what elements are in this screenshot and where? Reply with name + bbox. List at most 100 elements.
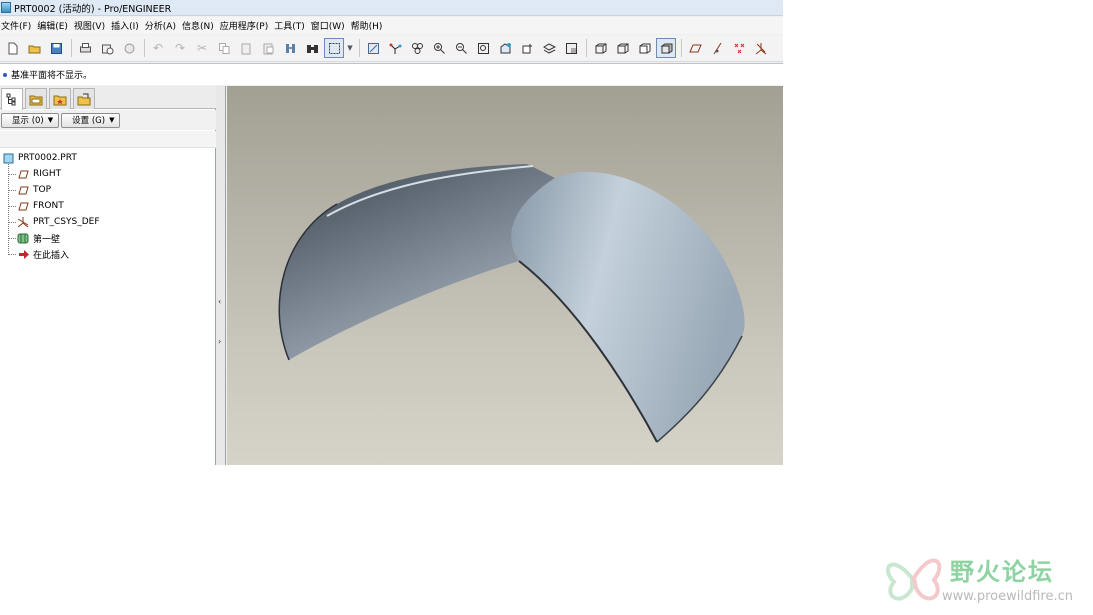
orient-icon[interactable] [407, 38, 427, 58]
hidden-line-icon[interactable] [612, 38, 632, 58]
wireframe-icon[interactable] [590, 38, 610, 58]
navigator-tabs [0, 86, 216, 110]
zoom-in-icon[interactable] [429, 38, 449, 58]
connections-icon [77, 93, 91, 105]
tree-item-label: FRONT [33, 201, 64, 211]
undo-icon[interactable]: ↶ [148, 38, 168, 58]
menu-insert[interactable]: 插入(I) [110, 19, 144, 32]
datum-axes-icon[interactable] [707, 38, 727, 58]
menu-bar: 文件(F) 编辑(E) 视图(V) 插入(I) 分析(A) 信息(N) 应用程序… [0, 17, 783, 34]
datum-plane-icon [17, 185, 29, 196]
menu-edit[interactable]: 编辑(E) [36, 19, 73, 32]
shell-inner-surface [279, 164, 555, 360]
tab-connections[interactable] [73, 88, 95, 109]
select-dropdown-icon[interactable]: ▼ [346, 38, 354, 58]
graphics-viewport[interactable] [227, 86, 783, 465]
tree-item-right[interactable]: RIGHT [0, 166, 214, 182]
main-toolbar: ↶ ↷ ✂ ▼ [0, 35, 783, 62]
send-icon[interactable] [97, 38, 117, 58]
cut-icon[interactable]: ✂ [192, 38, 212, 58]
menu-tools[interactable]: 工具(T) [273, 19, 310, 32]
reorient-icon[interactable] [495, 38, 515, 58]
tree-item-label: TOP [33, 185, 52, 195]
message-area: 基准平面将不显示。 [0, 63, 783, 85]
collapse-left-icon[interactable]: ‹ [218, 297, 224, 306]
shading-icon[interactable] [656, 38, 676, 58]
menu-help[interactable]: 帮助(H) [350, 19, 388, 32]
tree-item-top[interactable]: TOP [0, 182, 214, 198]
tree-header-row [0, 131, 216, 148]
save-icon[interactable] [46, 38, 66, 58]
tree-item-insert-here[interactable]: 在此插入 [0, 246, 214, 262]
insert-here-arrow-icon [17, 249, 29, 260]
layers-icon[interactable] [539, 38, 559, 58]
toolbar-separator [71, 39, 72, 57]
saved-views-icon[interactable] [517, 38, 537, 58]
model-tree: PRT0002.PRT RIGHT TOP FRONT PRT_CSYS_DEF… [0, 150, 214, 262]
print-icon[interactable] [75, 38, 95, 58]
menu-file[interactable]: 文件(F) [0, 19, 36, 32]
open-icon[interactable] [24, 38, 44, 58]
wall-feature-icon [17, 233, 29, 244]
tab-model-tree[interactable] [1, 88, 23, 110]
menu-window[interactable]: 窗口(W) [310, 19, 350, 32]
paste-special-icon[interactable] [258, 38, 278, 58]
app-icon [1, 2, 11, 13]
show-dropdown[interactable]: 显示 (0) ▼ [1, 112, 60, 128]
datum-plane-icon [17, 169, 29, 180]
navigator-panel: 显示 (0) ▼ 设置 (G) ▼ PRT0002.PRT RIGHT TOP FR… [0, 86, 216, 465]
toolbar-separator [681, 39, 682, 57]
view-manager-icon[interactable] [561, 38, 581, 58]
model-3d-view [278, 164, 745, 443]
menu-applications[interactable]: 应用程序(P) [219, 19, 273, 32]
tree-item-wall[interactable]: 第一壁 [0, 230, 214, 246]
coordinate-systems-icon[interactable] [751, 38, 771, 58]
tree-item-front[interactable]: FRONT [0, 198, 214, 214]
tab-folder-browser[interactable] [25, 88, 47, 109]
toolbar-separator [586, 39, 587, 57]
datum-planes-icon[interactable] [685, 38, 705, 58]
csys-icon [17, 217, 29, 228]
proe-window: PRT0002 (活动的) - Pro/ENGINEER 文件(F) 编辑(E)… [0, 0, 783, 465]
folder-browser-icon [29, 95, 43, 105]
tab-favorites[interactable] [49, 88, 71, 109]
settings-dropdown[interactable]: 设置 (G) ▼ [61, 112, 121, 128]
datum-plane-icon [17, 201, 29, 212]
butterfly-logo-icon [886, 558, 942, 601]
panel-splitter[interactable]: ‹ › [216, 86, 226, 465]
datum-points-icon[interactable] [729, 38, 749, 58]
watermark-url: www.proewildfire.cn [942, 589, 1073, 604]
redo-icon[interactable]: ↷ [170, 38, 190, 58]
expand-right-icon[interactable]: › [218, 337, 224, 346]
tree-item-label: PRT_CSYS_DEF [33, 217, 100, 227]
no-hidden-icon[interactable] [634, 38, 654, 58]
menu-view[interactable]: 视图(V) [73, 19, 110, 32]
message-text: 基准平面将不显示。 [11, 71, 93, 81]
erase-icon[interactable] [119, 38, 139, 58]
tree-item-label: 第一壁 [33, 234, 61, 245]
tree-item-label: 在此插入 [33, 250, 70, 261]
part-icon [2, 153, 14, 164]
new-icon[interactable] [2, 38, 22, 58]
datum-display-icon[interactable] [363, 38, 383, 58]
copy-icon[interactable] [214, 38, 234, 58]
show-dropdown-label: 显示 (0) [12, 116, 44, 126]
spin-center-icon[interactable] [385, 38, 405, 58]
toolbar-separator [144, 39, 145, 57]
model-tree-icon [6, 93, 16, 106]
tree-root-node[interactable]: PRT0002.PRT [0, 150, 214, 166]
select-box-icon[interactable] [324, 38, 344, 58]
menu-analysis[interactable]: 分析(A) [144, 19, 181, 32]
tree-item-label: RIGHT [33, 169, 62, 179]
toolbar-separator [359, 39, 360, 57]
zoom-out-icon[interactable] [451, 38, 471, 58]
watermark-title: 野火论坛 [950, 558, 1054, 586]
regenerate-icon[interactable] [280, 38, 300, 58]
paste-icon[interactable] [236, 38, 256, 58]
menu-info[interactable]: 信息(N) [181, 19, 219, 32]
refit-icon[interactable] [473, 38, 493, 58]
find-icon[interactable] [302, 38, 322, 58]
tree-item-csys[interactable]: PRT_CSYS_DEF [0, 214, 214, 230]
title-bar: PRT0002 (活动的) - Pro/ENGINEER [0, 0, 783, 16]
tree-root-label: PRT0002.PRT [18, 153, 77, 163]
